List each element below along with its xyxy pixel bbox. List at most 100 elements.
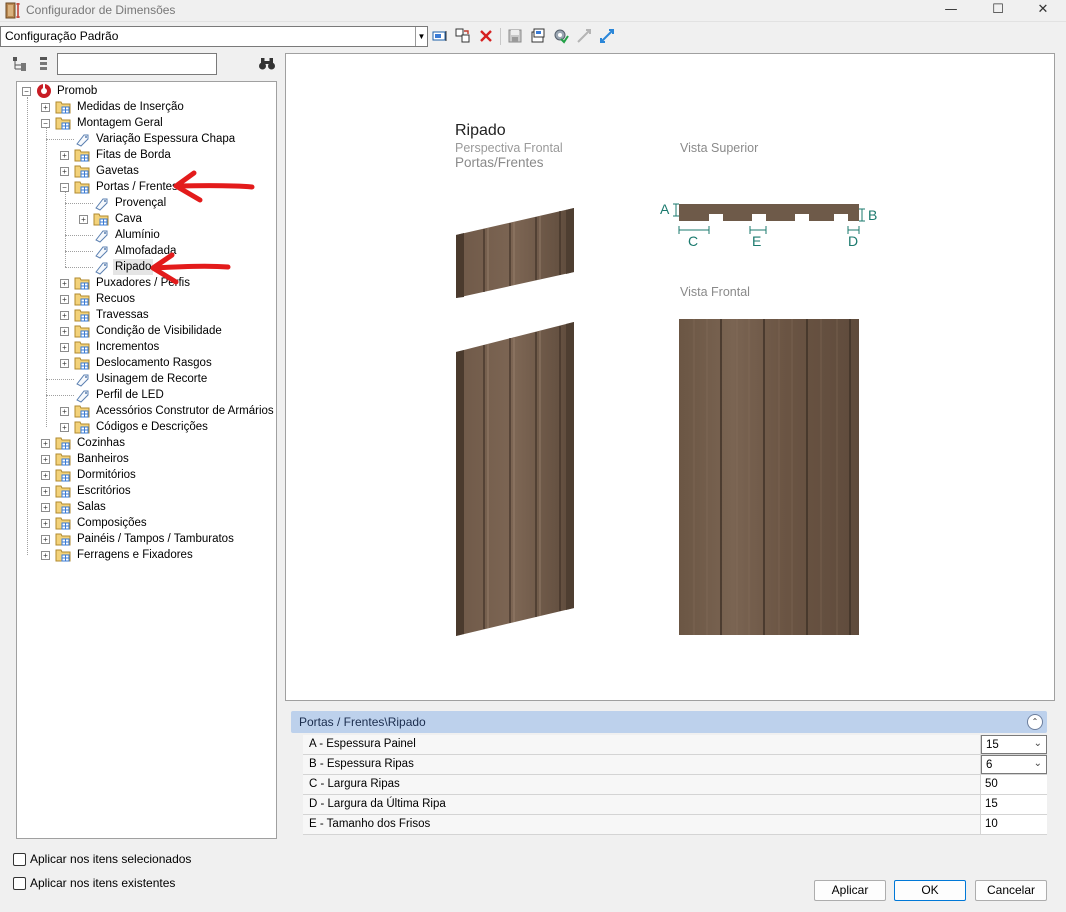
apply-selected-checkbox[interactable] [13, 853, 26, 866]
check-settings-icon[interactable] [553, 28, 569, 44]
expand-toggle-icon[interactable]: + [41, 471, 50, 480]
tree-item-usinagem-recorte[interactable]: Usinagem de Recorte [17, 371, 276, 387]
tree-item-ferragens[interactable]: + Ferragens e Fixadores [17, 547, 276, 563]
folder-icon [74, 149, 90, 162]
property-value-input[interactable]: 15 [981, 795, 1047, 814]
chevron-down-icon[interactable]: ⌄ [1034, 738, 1042, 749]
collapse-toggle-icon[interactable]: − [22, 87, 31, 96]
tree-item-recuos[interactable]: + Recuos [17, 291, 276, 307]
tree-item-label: Alumínio [115, 229, 160, 241]
minimize-button[interactable]: — [928, 0, 974, 22]
tree-item-travessas[interactable]: + Travessas [17, 307, 276, 323]
tree-item-medidas-insercao[interactable]: + Medidas de Inserção [17, 99, 276, 115]
expand-toggle-icon[interactable]: + [60, 359, 69, 368]
expand-toggle-icon[interactable]: + [41, 551, 50, 560]
expand-toggle-icon[interactable]: + [41, 519, 50, 528]
property-group-path: Portas / Frentes\Ripado [299, 715, 426, 729]
dim-label-a: A [660, 201, 670, 217]
dropdown-arrow-icon[interactable]: ▼ [415, 27, 427, 46]
tag-icon [95, 230, 108, 243]
property-name: B - Espessura Ripas [303, 755, 981, 774]
property-value-input[interactable]: 10 [981, 815, 1047, 834]
tree-item-salas[interactable]: + Salas [17, 499, 276, 515]
expand-toggle-icon[interactable]: + [41, 103, 50, 112]
configuration-select[interactable]: Configuração Padrão ▼ [0, 26, 428, 47]
expand-toggle-icon[interactable]: + [60, 423, 69, 432]
expand-toggle-icon[interactable]: + [41, 487, 50, 496]
expand-toggle-icon[interactable]: + [60, 407, 69, 416]
tree-item-paineis[interactable]: + Painéis / Tampos / Tamburatos [17, 531, 276, 547]
tree-item-banheiros[interactable]: + Banheiros [17, 451, 276, 467]
tree-item-promob[interactable]: − Promob [17, 83, 276, 99]
property-row-a: A - Espessura Painel 15 ⌄ [303, 735, 1047, 755]
expand-toggle-icon[interactable]: + [60, 343, 69, 352]
tree-item-condicao-visibilidade[interactable]: + Condição de Visibilidade [17, 323, 276, 339]
property-name: D - Largura da Última Ripa [303, 795, 981, 814]
expand-toggle-icon[interactable]: + [41, 439, 50, 448]
tree-item-dormitorios[interactable]: + Dormitórios [17, 467, 276, 483]
tree-item-escritorios[interactable]: + Escritórios [17, 483, 276, 499]
tree-item-variacao-espessura[interactable]: Variação Espessura Chapa [17, 131, 276, 147]
save-icon[interactable] [507, 28, 523, 44]
tree-item-aluminio[interactable]: Alumínio [17, 227, 276, 243]
expand-toggle-icon[interactable]: + [79, 215, 88, 224]
tree-item-deslocamento-rasgos[interactable]: + Deslocamento Rasgos [17, 355, 276, 371]
collapse-up-icon[interactable]: ⌃ [1027, 714, 1043, 730]
tree-search-input[interactable] [57, 53, 217, 75]
property-value-select[interactable]: 15 ⌄ [981, 735, 1047, 754]
expand-arrows-icon[interactable] [599, 28, 615, 44]
front-view-label: Vista Frontal [680, 285, 750, 299]
top-view-label: Vista Superior [680, 141, 759, 155]
expand-toggle-icon[interactable]: + [60, 311, 69, 320]
collapse-all-icon[interactable] [37, 57, 51, 71]
import-icon[interactable] [530, 28, 546, 44]
slatted-panel-perspective-large [456, 322, 574, 636]
tree-item-montagem-geral[interactable]: − Montagem Geral [17, 115, 276, 131]
expand-toggle-icon[interactable]: + [41, 503, 50, 512]
toolbar-separator [500, 28, 501, 45]
tag-icon [95, 198, 108, 211]
tree-item-incrementos[interactable]: + Incrementos [17, 339, 276, 355]
folder-icon [74, 181, 90, 194]
tree-item-cava[interactable]: + Cava [17, 211, 276, 227]
tree-item-fitas-borda[interactable]: + Fitas de Borda [17, 147, 276, 163]
tree-item-perfil-led[interactable]: Perfil de LED [17, 387, 276, 403]
expand-toggle-icon[interactable]: + [41, 535, 50, 544]
tag-icon [76, 390, 89, 403]
property-value-input[interactable]: 50 [981, 775, 1047, 794]
close-button[interactable]: ✕ [1020, 0, 1066, 22]
tree-item-puxadores[interactable]: + Puxadores / Perfis [17, 275, 276, 291]
edit-config-icon[interactable] [432, 28, 448, 44]
tree-item-codigos-descricoes[interactable]: + Códigos e Descrições [17, 419, 276, 435]
expand-toggle-icon[interactable]: + [41, 455, 50, 464]
expand-all-icon[interactable] [13, 57, 27, 71]
tree-item-label: Gavetas [96, 165, 139, 177]
chevron-down-icon[interactable]: ⌄ [1034, 758, 1042, 769]
collapse-toggle-icon[interactable]: − [60, 183, 69, 192]
expand-toggle-icon[interactable]: + [60, 279, 69, 288]
apply-button[interactable]: Aplicar [814, 880, 886, 901]
property-value-select[interactable]: 6 ⌄ [981, 755, 1047, 774]
ok-button[interactable]: OK [894, 880, 966, 901]
copy-config-icon[interactable] [455, 28, 471, 44]
collapse-arrows-icon[interactable] [576, 28, 592, 44]
expand-toggle-icon[interactable]: + [60, 167, 69, 176]
tree-item-acessorios[interactable]: + Acessórios Construtor de Armários [17, 403, 276, 419]
tree-item-ripado[interactable]: Ripado [17, 259, 276, 275]
collapse-toggle-icon[interactable]: − [41, 119, 50, 128]
binoculars-search-icon[interactable] [258, 57, 276, 71]
expand-toggle-icon[interactable]: + [60, 295, 69, 304]
expand-toggle-icon[interactable]: + [60, 151, 69, 160]
tree-item-label: Escritórios [77, 485, 131, 497]
property-group-header[interactable]: Portas / Frentes\Ripado ⌃ [291, 711, 1047, 733]
tree-item-composicoes[interactable]: + Composições [17, 515, 276, 531]
cancel-button[interactable]: Cancelar [975, 880, 1047, 901]
apply-existing-checkbox[interactable] [13, 877, 26, 890]
preview-category: Portas/Frentes [455, 155, 544, 170]
maximize-button[interactable]: ☐ [975, 0, 1021, 22]
tree-item-cozinhas[interactable]: + Cozinhas [17, 435, 276, 451]
expand-toggle-icon[interactable]: + [60, 327, 69, 336]
tree-item-almofadada[interactable]: Almofadada [17, 243, 276, 259]
property-value: 15 [986, 739, 999, 751]
delete-config-icon[interactable] [478, 28, 494, 44]
